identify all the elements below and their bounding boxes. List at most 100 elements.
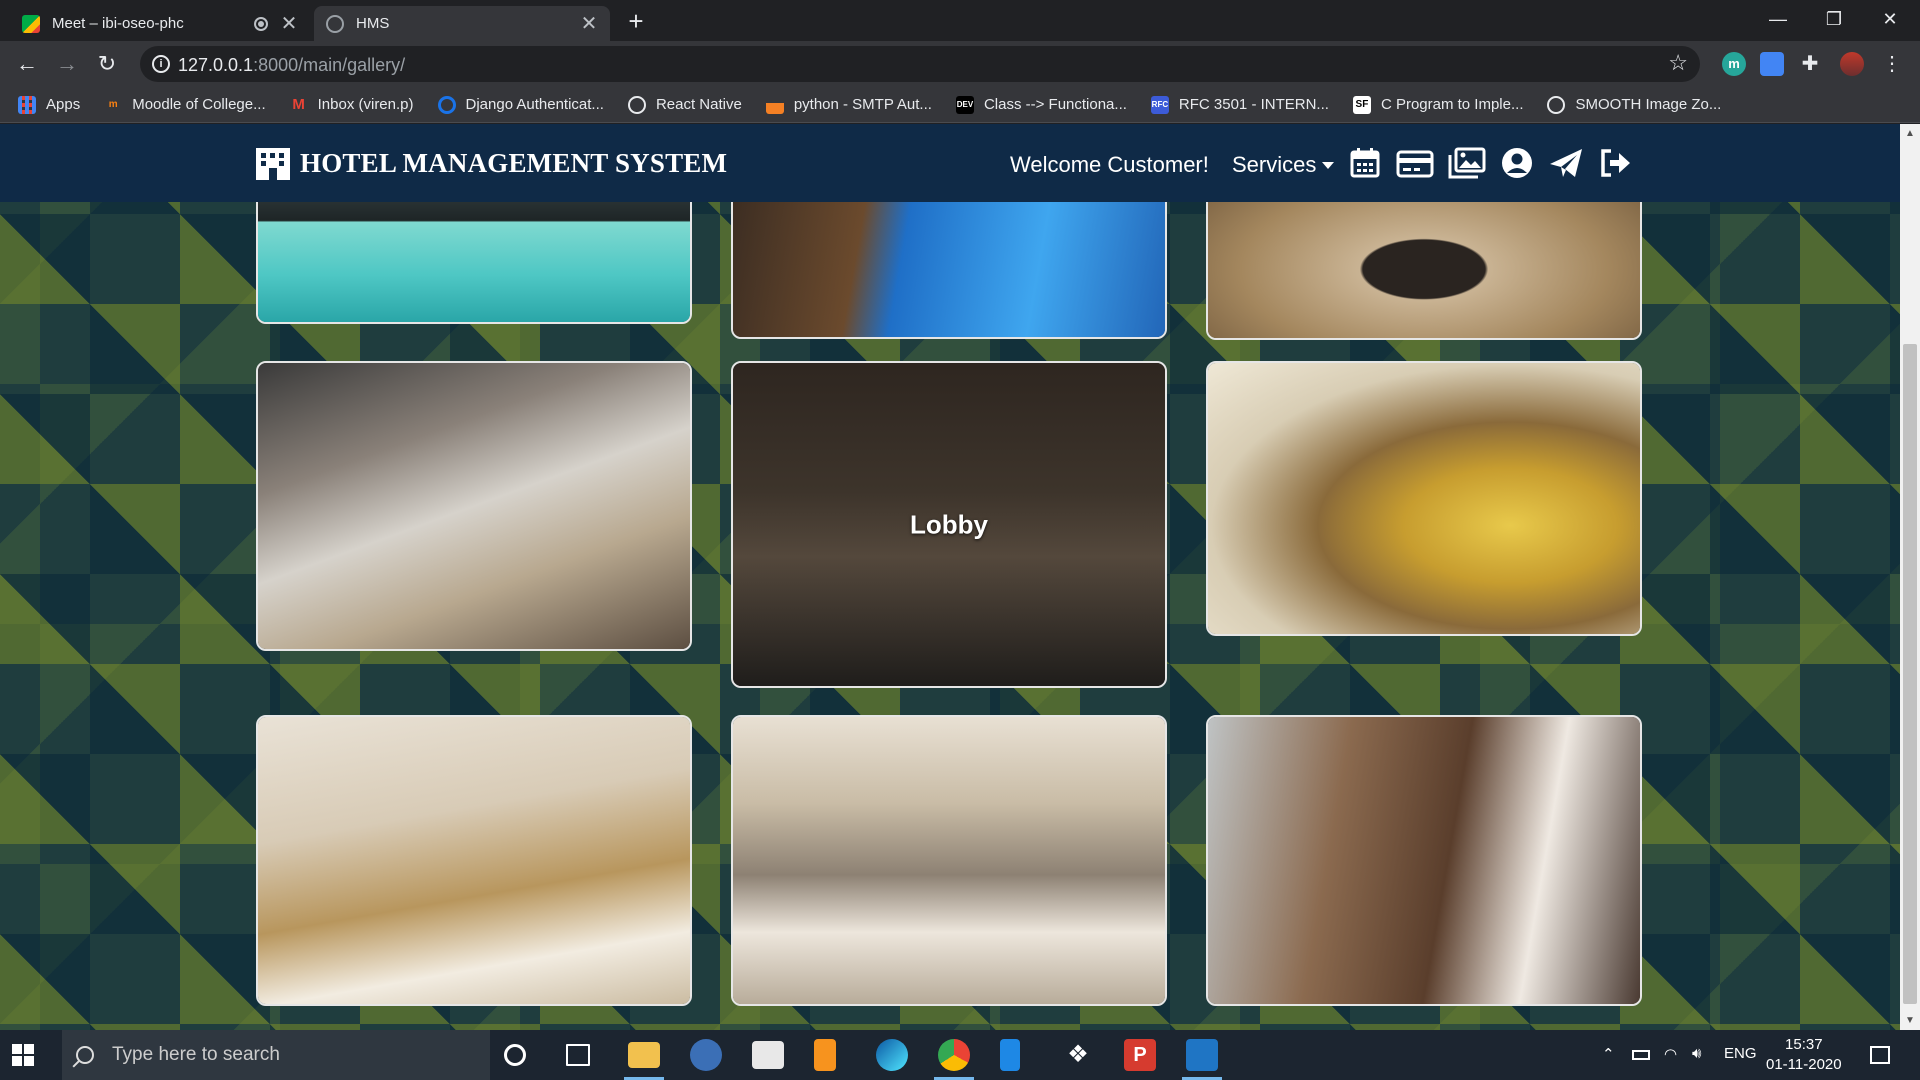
globe-favicon-icon	[326, 14, 344, 33]
task-view-icon[interactable]	[566, 1044, 590, 1066]
recording-icon	[254, 16, 268, 31]
show-hidden-icons[interactable]: ⌃	[1602, 1045, 1615, 1063]
bookmark-react-native[interactable]: React Native	[627, 95, 742, 114]
address-bar[interactable]: i 127.0.0.1:8000/main/gallery/ ☆	[140, 46, 1700, 82]
close-window-icon[interactable]: ✕	[1862, 0, 1918, 41]
bookmark-smooth-image[interactable]: SMOOTH Image Zo...	[1547, 95, 1721, 114]
profile-avatar[interactable]	[1840, 52, 1864, 76]
extensions-puzzle-icon[interactable]: ✚	[1798, 52, 1822, 76]
close-tab-icon[interactable]: ✕	[280, 11, 298, 36]
system-clock[interactable]: 15:37 01-11-2020	[1766, 1035, 1842, 1075]
page-scrollbar[interactable]: ▲ ▼	[1900, 124, 1920, 1030]
network-icon[interactable]: ◠	[1664, 1045, 1677, 1063]
tab-hms[interactable]: HMS ✕	[314, 6, 610, 41]
gallery-item-lobby[interactable]: Lobby	[731, 361, 1167, 688]
stackoverflow-icon	[765, 95, 784, 114]
cortana-icon[interactable]	[504, 1044, 526, 1066]
scroll-down-icon[interactable]: ▼	[1900, 1015, 1920, 1026]
apps-grid-icon	[18, 95, 36, 114]
bookmark-gmail[interactable]: M Inbox (viren.p)	[290, 95, 413, 114]
reception-image	[1208, 363, 1640, 634]
close-tab-icon[interactable]: ✕	[580, 11, 598, 36]
gallery-item-reception[interactable]	[1206, 361, 1642, 636]
qbittorrent-icon[interactable]	[690, 1039, 722, 1071]
sf-icon: SF	[1352, 95, 1371, 114]
scrollbar-thumb[interactable]	[1903, 344, 1917, 1004]
chrome-icon[interactable]	[938, 1039, 970, 1071]
gallery-item-bedroom-3[interactable]	[1206, 715, 1642, 1006]
site-info-icon[interactable]: i	[152, 55, 170, 73]
battery-icon[interactable]	[1632, 1050, 1650, 1060]
volume-icon[interactable]: 🔊︎	[1692, 1045, 1701, 1062]
dropbox-icon[interactable]: ❖	[1062, 1039, 1094, 1071]
moodle-icon: m	[108, 98, 118, 110]
gallery-caption: Lobby	[910, 509, 988, 539]
tab-title: HMS	[356, 15, 390, 32]
rfc-icon: RFC	[1150, 95, 1169, 114]
gallery-item-bedroom-1[interactable]	[256, 715, 692, 1006]
brand[interactable]: HOTEL MANAGEMENT SYSTEM	[254, 146, 727, 180]
hotel-icon	[256, 148, 290, 180]
bedroom-image	[258, 717, 690, 1004]
vscode-icon[interactable]	[1186, 1039, 1218, 1071]
bookmark-rfc3501[interactable]: RFC RFC 3501 - INTERN...	[1150, 95, 1329, 114]
gallery-icon[interactable]	[1448, 146, 1486, 180]
new-tab-button[interactable]: +	[624, 6, 648, 36]
bookmark-star-icon[interactable]: ☆	[1668, 50, 1688, 76]
extension-m-icon[interactable]: m	[1722, 52, 1746, 76]
app-navbar: HOTEL MANAGEMENT SYSTEM Welcome Customer…	[0, 124, 1900, 202]
file-explorer-icon[interactable]	[628, 1042, 660, 1068]
logout-icon[interactable]	[1598, 146, 1632, 180]
gmail-icon: M	[292, 95, 305, 113]
search-placeholder: Type here to search	[112, 1044, 280, 1065]
reload-icon[interactable]: ↻	[92, 49, 122, 79]
tab-title: Meet – ibi-oseo-phc	[52, 15, 184, 32]
search-icon	[76, 1046, 94, 1064]
bookmark-django[interactable]: Django Authenticat...	[437, 95, 604, 114]
tab-meet[interactable]: Meet – ibi-oseo-phc ✕	[10, 6, 310, 41]
buffet-image	[258, 363, 690, 649]
bookmark-moodle[interactable]: m Moodle of College...	[104, 96, 266, 114]
language-indicator[interactable]: ENG	[1724, 1045, 1757, 1062]
scroll-up-icon[interactable]: ▲	[1900, 128, 1920, 139]
page-viewport: HOTEL MANAGEMENT SYSTEM Welcome Customer…	[0, 124, 1900, 1030]
gallery-item-buffet[interactable]	[256, 361, 692, 651]
brand-title: HOTEL MANAGEMENT SYSTEM	[300, 147, 728, 178]
forward-icon[interactable]: →	[52, 49, 82, 79]
clock-date: 01-11-2020	[1766, 1056, 1842, 1073]
welcome-message: Welcome Customer!	[1010, 152, 1209, 177]
taskbar-search[interactable]: Type here to search	[62, 1030, 490, 1080]
google-translate-icon[interactable]	[1760, 52, 1784, 76]
gallery-item-bedroom-2[interactable]	[731, 715, 1167, 1006]
windows-taskbar: Type here to search ❖ P ⌃ ◠ 🔊︎ ENG 15:37…	[0, 1030, 1920, 1080]
meet-favicon-icon	[22, 14, 40, 33]
visual-studio-icon[interactable]	[1000, 1039, 1020, 1071]
dev-icon: DEV	[955, 95, 974, 114]
restore-icon[interactable]: ❐	[1806, 0, 1862, 41]
sublime-text-icon[interactable]	[814, 1039, 836, 1071]
bookmark-apps[interactable]: Apps	[18, 95, 80, 114]
chrome-menu-icon[interactable]: ⋮	[1880, 52, 1904, 76]
services-dropdown[interactable]: Services	[1232, 152, 1335, 178]
bookmark-class-functional[interactable]: DEV Class --> Functiona...	[955, 95, 1127, 114]
globe-icon	[627, 95, 646, 114]
notification-center-icon[interactable]	[1870, 1046, 1890, 1064]
user-circle-icon[interactable]	[1500, 146, 1534, 180]
windows-start-icon[interactable]	[12, 1044, 34, 1066]
powerpoint-icon[interactable]: P	[1124, 1039, 1156, 1071]
caret-down-icon	[1322, 161, 1335, 169]
back-icon[interactable]: ←	[12, 49, 42, 79]
django-icon	[437, 95, 456, 114]
url-text: 127.0.0.1:8000/main/gallery/	[178, 55, 406, 75]
clock-time: 15:37	[1785, 1036, 1823, 1053]
minimize-icon[interactable]: —	[1750, 0, 1806, 41]
bedroom-image	[733, 717, 1165, 1004]
bookmark-python-smtp[interactable]: python - SMTP Aut...	[765, 95, 932, 114]
credit-card-icon[interactable]	[1396, 146, 1434, 180]
calendar-icon[interactable]	[1348, 146, 1382, 180]
bookmark-c-program[interactable]: SF C Program to Imple...	[1352, 95, 1523, 114]
globe-icon	[1547, 95, 1566, 114]
microsoft-store-icon[interactable]	[752, 1041, 784, 1069]
paper-plane-icon[interactable]	[1548, 146, 1584, 180]
edge-icon[interactable]	[876, 1039, 908, 1071]
